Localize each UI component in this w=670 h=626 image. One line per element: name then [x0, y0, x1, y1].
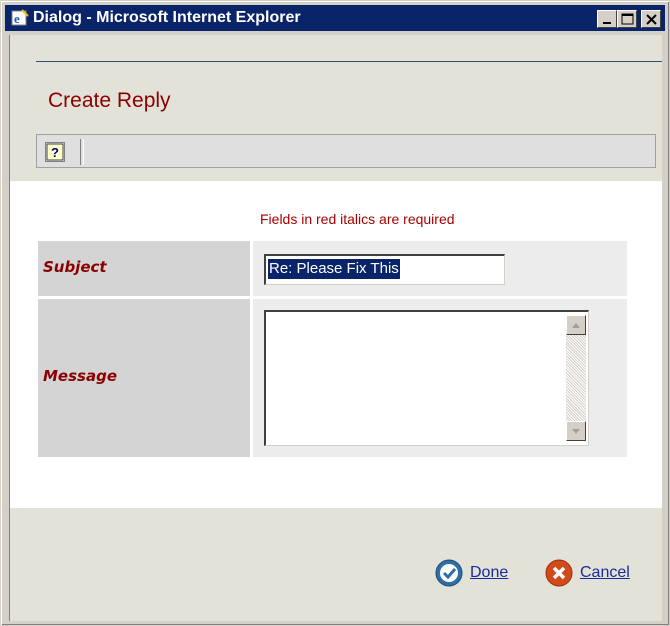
help-button[interactable]: ? — [45, 142, 65, 162]
required-fields-note: Fields in red italics are required — [260, 211, 455, 227]
help-icon: ? — [46, 143, 64, 161]
toolbar: ? — [36, 134, 656, 168]
scroll-up-button[interactable] — [566, 315, 586, 335]
chevron-down-icon — [572, 429, 580, 434]
chevron-up-icon — [572, 323, 580, 328]
message-label-cell: Message — [38, 299, 250, 457]
done-button[interactable]: Done — [434, 558, 508, 588]
subject-input-value: Re: Please Fix This — [268, 259, 400, 279]
svg-text:?: ? — [51, 145, 59, 160]
page-title: Create Reply — [48, 89, 171, 112]
minimize-button[interactable] — [597, 10, 617, 28]
cancel-button[interactable]: Cancel — [544, 558, 630, 588]
close-icon — [646, 14, 657, 25]
subject-label: Subject — [43, 258, 107, 276]
dialog-footer: Done Cancel — [10, 508, 662, 621]
message-label: Message — [43, 367, 117, 385]
subject-label-cell: Subject — [38, 241, 250, 296]
dialog-content: Create Reply ? Fields in red italics are… — [9, 35, 662, 621]
maximize-icon — [621, 13, 634, 25]
subject-input[interactable]: Re: Please Fix This — [264, 254, 505, 285]
toolbar-separator — [80, 139, 84, 165]
message-textarea[interactable] — [264, 310, 589, 446]
minimize-icon — [603, 22, 611, 24]
ie-icon: e — [11, 9, 29, 26]
dialog-window: e Dialog - Microsoft Internet Explorer C… — [0, 0, 670, 626]
maximize-button[interactable] — [617, 10, 637, 28]
svg-text:e: e — [14, 11, 20, 26]
title-bar[interactable]: e Dialog - Microsoft Internet Explorer — [5, 5, 665, 31]
message-scrollbar[interactable] — [566, 315, 586, 441]
scroll-down-button[interactable] — [566, 421, 586, 441]
close-button[interactable] — [641, 10, 661, 28]
dialog-header: Create Reply ? — [10, 35, 662, 181]
window-title: Dialog - Microsoft Internet Explorer — [33, 9, 301, 26]
header-divider — [36, 61, 662, 62]
cancel-link[interactable]: Cancel — [580, 564, 630, 582]
checkmark-icon — [435, 559, 463, 587]
cancel-icon — [545, 559, 573, 587]
done-link[interactable]: Done — [470, 564, 508, 582]
